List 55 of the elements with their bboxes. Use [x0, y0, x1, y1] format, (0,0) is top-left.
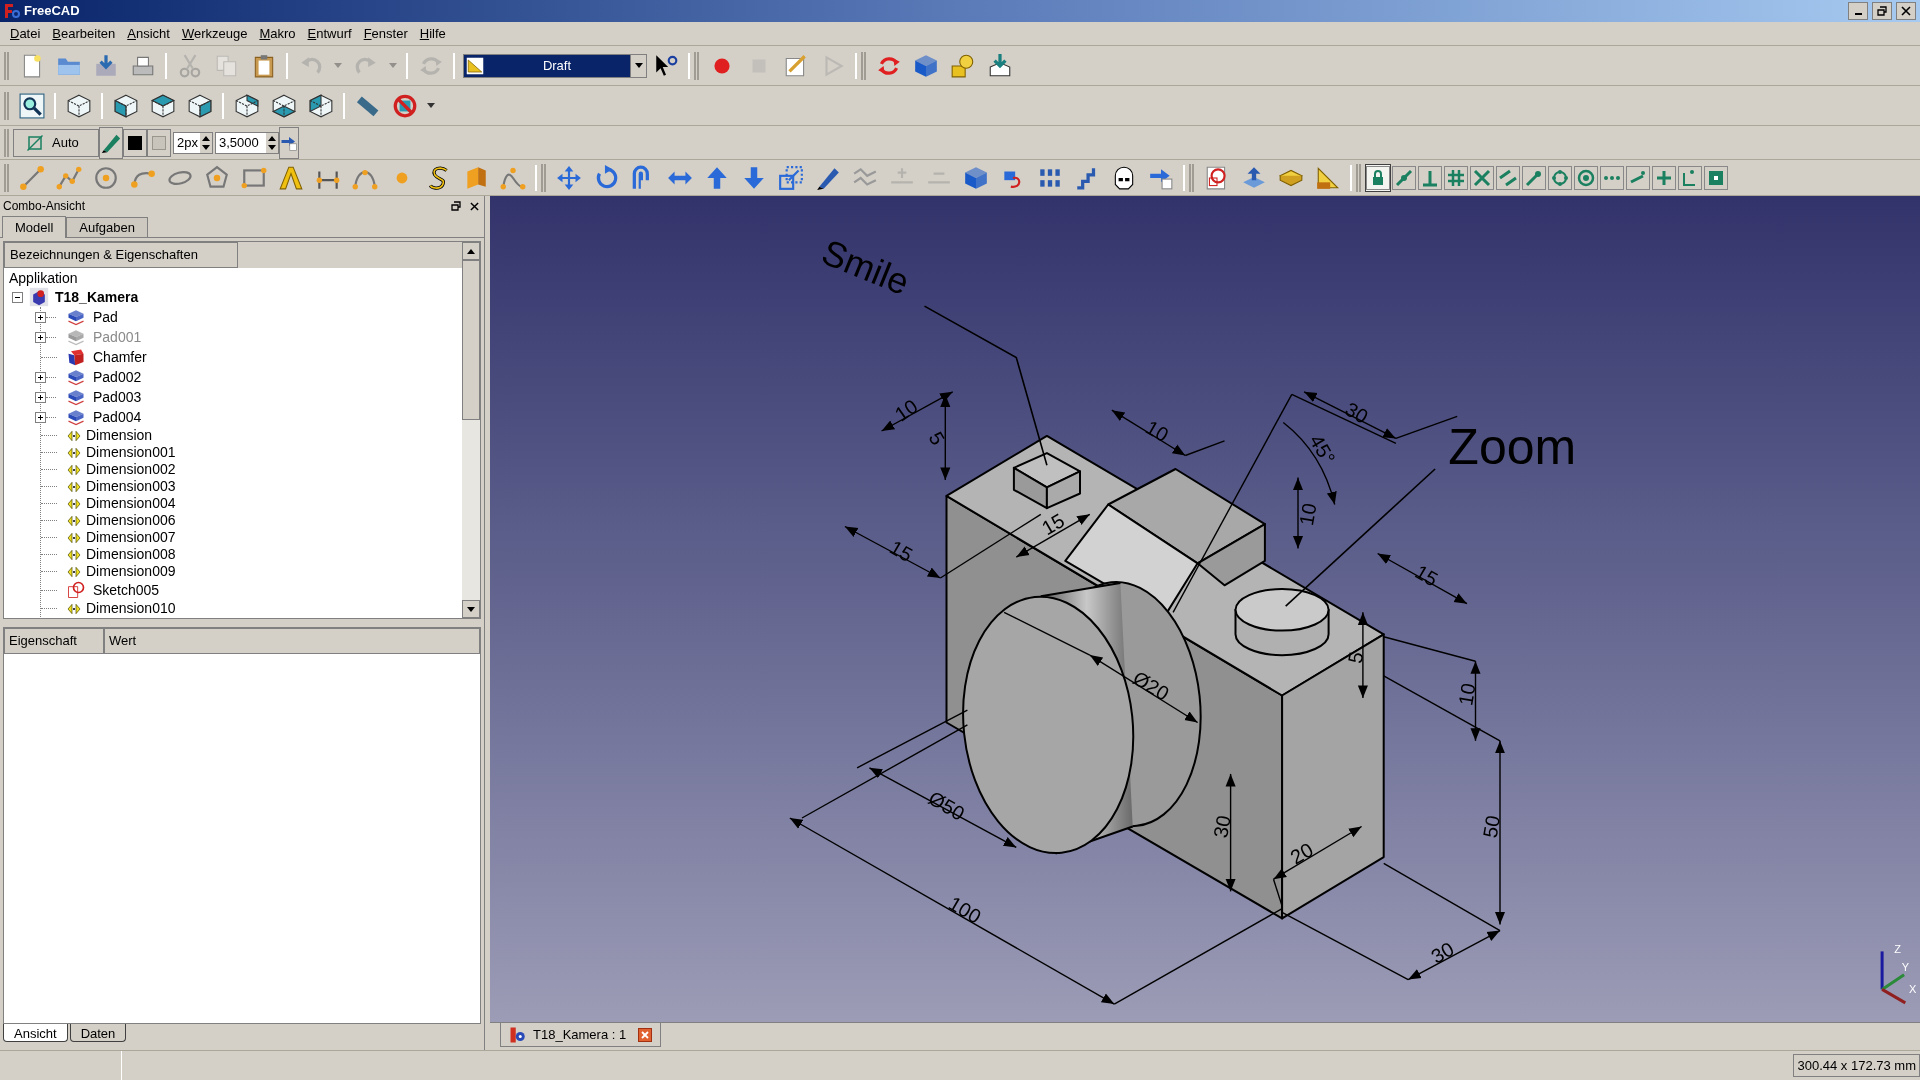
- dimension-label: 30: [1209, 813, 1235, 840]
- document-tab[interactable]: T18_Kamera : 1: [500, 1023, 662, 1047]
- menu-item[interactable]: Bearbeiten: [46, 22, 122, 45]
- font-size-field[interactable]: 3,5000: [215, 131, 279, 154]
- menu-item[interactable]: Entwurf: [301, 22, 358, 45]
- working-plane-button[interactable]: Auto: [13, 128, 99, 157]
- dimension-label: 5: [924, 428, 950, 449]
- dimension-label: 100: [944, 891, 985, 928]
- tree-item-label[interactable]: Chamfer: [93, 346, 147, 368]
- panel-tab[interactable]: Daten: [69, 1024, 127, 1042]
- axis-label: Z: [1894, 943, 1902, 955]
- tree-item-label[interactable]: Pad001: [93, 326, 142, 348]
- tree-item-label[interactable]: Sketch005: [93, 579, 160, 601]
- dimension-label: 15: [1411, 560, 1442, 591]
- dimension-label: 30: [1341, 397, 1372, 428]
- annotation-text: Smile: [816, 231, 916, 303]
- column-header[interactable]: Eigenschaft: [4, 628, 104, 654]
- menu-item[interactable]: Datei: [4, 22, 47, 45]
- dimension-label: 15: [886, 535, 917, 567]
- panel-tab[interactable]: Ansicht: [3, 1024, 68, 1042]
- workbench-dropdown[interactable]: Draft: [463, 53, 647, 78]
- menu-item[interactable]: Hilfe: [413, 22, 452, 45]
- dimension-label: 45°: [1305, 430, 1340, 468]
- dimension-label: 15: [1037, 509, 1069, 540]
- tree-root-label: Applikation: [8, 269, 79, 287]
- tree-item-label[interactable]: T18_Kamera: [55, 286, 139, 308]
- tree-item-label[interactable]: Pad003: [93, 386, 142, 408]
- dimension-label: 30: [1427, 937, 1458, 968]
- panel-title: Combo-Ansicht: [3, 198, 87, 215]
- menu-item[interactable]: Ansicht: [121, 22, 176, 45]
- panel-tab[interactable]: Aufgaben: [66, 217, 148, 237]
- tree-item-label[interactable]: Dimension010: [86, 598, 176, 619]
- tree-item-label[interactable]: Pad002: [93, 366, 142, 388]
- line-width-field[interactable]: 2px: [173, 131, 213, 154]
- menu-item[interactable]: Fenster: [357, 22, 414, 45]
- panel-tab[interactable]: Modell: [2, 216, 67, 238]
- column-header[interactable]: Bezeichnungen & Eigenschaften: [4, 242, 238, 268]
- dimension-label: 10: [890, 394, 922, 426]
- annotation-text: Zoom: [1448, 418, 1577, 475]
- axis-label: Y: [1901, 961, 1909, 974]
- dimension-label: Ø50: [924, 786, 969, 825]
- dimension-label: Ø20: [1129, 666, 1173, 705]
- dimension-label: 10: [1454, 681, 1480, 708]
- dimension-readout: 300.44 x 172.73 mm: [1793, 1054, 1920, 1077]
- dimension-label: 50: [1478, 813, 1505, 840]
- dimension-label: 20: [1286, 838, 1317, 869]
- menu-item[interactable]: Werkzeuge: [175, 22, 254, 45]
- axis-label: X: [1909, 983, 1917, 996]
- menu-item[interactable]: Makro: [253, 22, 302, 45]
- window-title: FreeCAD: [24, 2, 81, 21]
- dimension-label: 10: [1295, 501, 1321, 528]
- dimension-label: 5: [1343, 650, 1368, 665]
- column-header[interactable]: Wert: [104, 628, 480, 654]
- tree-item-label[interactable]: Pad004: [93, 406, 142, 428]
- tree-item-label[interactable]: Pad: [93, 306, 118, 328]
